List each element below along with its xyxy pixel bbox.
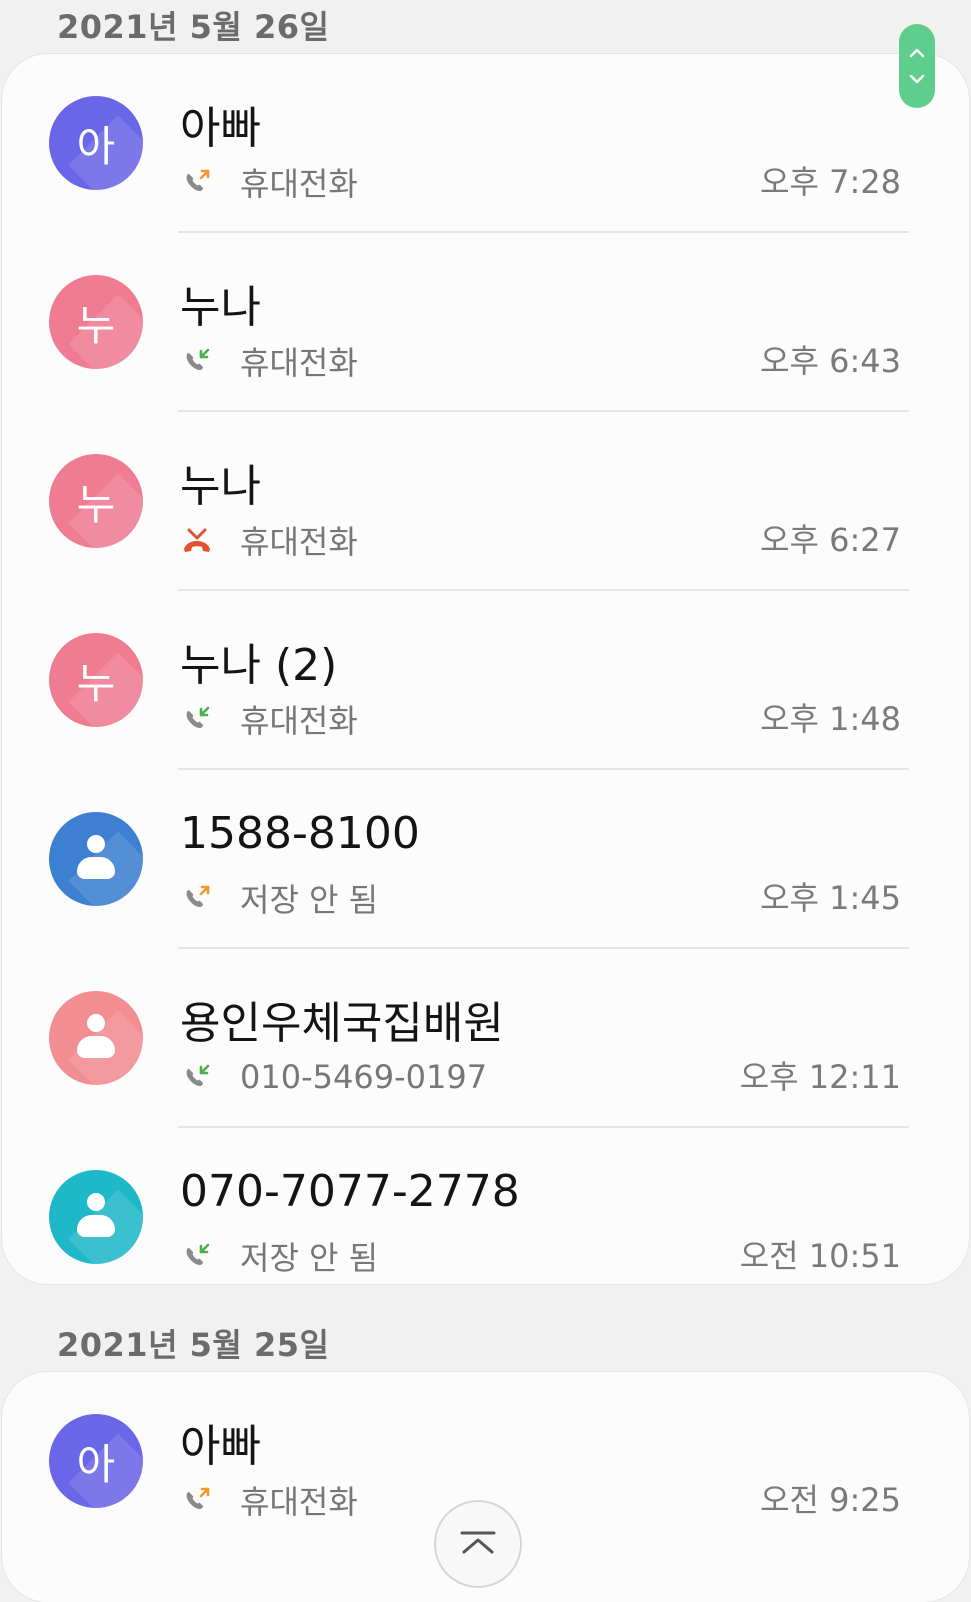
call-list-card: 아 아빠 휴대전화 오후 7:28 누 누나 휴대전화 오후 6:43 누 누나…: [2, 54, 969, 1284]
outgoing-call-icon: [182, 1485, 226, 1515]
avatar-initial: 누: [76, 300, 116, 350]
avatar-initial: 아: [76, 121, 116, 171]
avatar-initial: 누: [76, 658, 116, 708]
chevron-up-icon: [909, 48, 925, 58]
avatar-initial: 누: [76, 479, 116, 529]
call-time: 오후 6:27: [760, 521, 901, 559]
call-log-item[interactable]: 070-7077-2778 저장 안 됨 오전 10:51: [2, 1128, 969, 1307]
call-subtitle: 휴대전화: [240, 344, 358, 382]
call-subtitle: 휴대전화: [240, 165, 358, 203]
fast-scroll-handle[interactable]: [899, 24, 935, 108]
avatar[interactable]: 누: [49, 633, 143, 727]
avatar[interactable]: [49, 1170, 143, 1264]
call-subtitle: 010-5469-0197: [240, 1058, 488, 1096]
incoming-call-icon: [182, 346, 226, 376]
person-icon: [76, 1193, 116, 1241]
person-icon: [76, 835, 116, 883]
person-icon: [76, 1014, 116, 1062]
call-log-item[interactable]: 아 아빠 휴대전화 오후 7:28: [2, 54, 969, 233]
call-log-item[interactable]: 1588-8100 저장 안 됨 오후 1:45: [2, 770, 969, 949]
avatar[interactable]: 누: [49, 454, 143, 548]
call-log-item[interactable]: 누 누나 휴대전화 오후 6:43: [2, 233, 969, 412]
call-time: 오전 9:25: [760, 1481, 901, 1519]
call-time: 오후 6:43: [760, 342, 901, 380]
date-header: 2021년 5월 25일: [57, 1326, 330, 1364]
missed-call-icon: [182, 525, 226, 555]
call-time: 오후 1:48: [760, 700, 901, 738]
call-subtitle: 휴대전화: [240, 523, 358, 561]
contact-name: 누나: [180, 282, 261, 333]
scroll-to-top-button[interactable]: [436, 1502, 520, 1586]
scroll-to-top-icon: [460, 1531, 496, 1554]
date-header: 2021년 5월 26일: [57, 8, 330, 46]
call-log-item[interactable]: 누 누나 휴대전화 오후 6:27: [2, 412, 969, 591]
call-subtitle: 휴대전화: [240, 702, 358, 740]
incoming-call-icon: [182, 1241, 226, 1271]
call-subtitle: 휴대전화: [240, 1483, 358, 1521]
avatar[interactable]: 아: [49, 1414, 143, 1508]
contact-name: 070-7077-2778: [180, 1166, 520, 1217]
outgoing-call-icon: [182, 167, 226, 197]
outgoing-call-icon: [182, 883, 226, 913]
contact-name: 누나 (2): [180, 640, 338, 691]
avatar[interactable]: 아: [49, 96, 143, 190]
contact-name: 아빠: [180, 1421, 261, 1472]
contact-name: 누나: [180, 461, 261, 512]
call-time: 오후 12:11: [739, 1058, 901, 1096]
incoming-call-icon: [182, 704, 226, 734]
avatar[interactable]: [49, 991, 143, 1085]
call-log-item[interactable]: 용인우체국집배원 010-5469-0197 오후 12:11: [2, 949, 969, 1128]
call-subtitle: 저장 안 됨: [240, 1239, 379, 1277]
incoming-call-icon: [182, 1062, 226, 1092]
call-time: 오전 10:51: [739, 1237, 901, 1275]
avatar[interactable]: [49, 812, 143, 906]
avatar[interactable]: 누: [49, 275, 143, 369]
avatar-initial: 아: [76, 1439, 116, 1489]
call-time: 오후 7:28: [760, 163, 901, 201]
contact-name: 아빠: [180, 103, 261, 154]
contact-name: 용인우체국집배원: [180, 998, 504, 1049]
chevron-down-icon: [909, 74, 925, 84]
call-log-item[interactable]: 누 누나 (2) 휴대전화 오후 1:48: [2, 591, 969, 770]
call-subtitle: 저장 안 됨: [240, 881, 379, 919]
call-time: 오후 1:45: [760, 879, 901, 917]
contact-name: 1588-8100: [180, 808, 420, 859]
